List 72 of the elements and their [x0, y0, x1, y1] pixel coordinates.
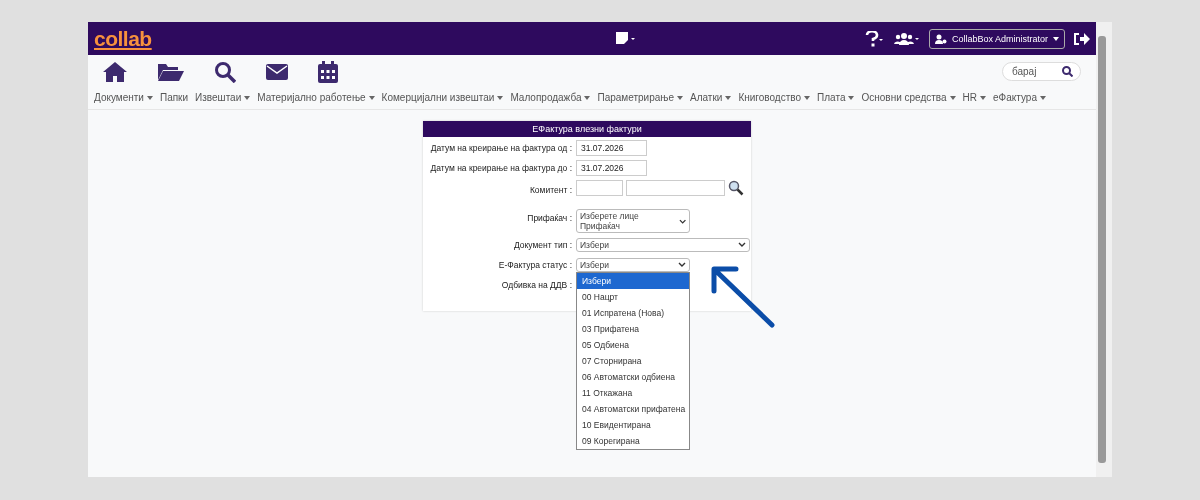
caret-icon — [725, 95, 732, 100]
caret-icon — [368, 95, 375, 100]
dropdown-option[interactable]: 04 Автоматски прифатена — [577, 401, 689, 417]
dropdown-option[interactable]: 09 Корегирана — [577, 433, 689, 449]
field-label: Одбивка на ДДВ : — [500, 279, 572, 290]
name-field[interactable] — [626, 179, 725, 196]
logo[interactable]: collab — [94, 26, 152, 51]
menu-item[interactable]: Основни средства — [861, 92, 956, 103]
chevron-icon — [678, 218, 686, 224]
caret-icon — [146, 95, 153, 100]
field-label: Е-Фактура статус : — [497, 259, 572, 270]
menu-item[interactable]: Малопродажба — [510, 92, 591, 103]
folder-icon[interactable] — [158, 62, 184, 82]
field-label: Прифаќач : — [526, 213, 572, 223]
menu-item[interactable]: Извештаи — [195, 92, 251, 103]
field-label: Документ тип : — [512, 239, 572, 250]
user-menu-button[interactable]: CollabBox Administrator — [928, 28, 1065, 49]
dropdown-option[interactable]: 00 Нацрт — [577, 289, 689, 305]
dropdown-option[interactable]: 06 Автоматски одбиена — [577, 369, 689, 385]
dropdown-option[interactable]: Избери — [577, 273, 689, 289]
menu-item[interactable]: Материјално работење — [257, 92, 375, 103]
caret-icon — [980, 95, 987, 100]
user-cog-icon — [934, 33, 947, 44]
caret-icon — [1040, 95, 1046, 100]
menu-item[interactable]: Алатки — [690, 92, 732, 103]
caret-icon — [584, 95, 591, 100]
dropdown-option[interactable]: 07 Сторнирана — [577, 353, 689, 369]
calendar-icon[interactable] — [318, 61, 338, 83]
caret-icon — [497, 95, 504, 100]
logout-icon[interactable] — [1074, 31, 1090, 46]
dropdown-option[interactable]: 05 Одбиена — [577, 337, 689, 353]
caret-icon — [949, 95, 956, 100]
search-icon[interactable] — [214, 61, 236, 83]
select-field[interactable]: Избери — [576, 257, 690, 272]
menu-item[interactable]: Комерцијални извештаи — [381, 92, 504, 103]
field-label: Комитент : — [528, 184, 572, 195]
home-icon[interactable] — [102, 61, 128, 83]
select-field[interactable]: Избери — [576, 237, 750, 252]
chevron-icon — [678, 262, 686, 267]
chevron-icon — [738, 242, 746, 247]
dropdown-option[interactable]: 03 Прифатена — [577, 321, 689, 337]
menu-item[interactable]: Документи — [94, 92, 153, 103]
select-field[interactable]: Изберете лице Прифаќач — [576, 209, 690, 233]
field-label: Датум на креирање на фактура од : — [429, 142, 572, 153]
menu-item[interactable]: Папки — [159, 92, 189, 103]
menu-item[interactable]: Книговодство — [738, 92, 811, 103]
help-icon[interactable] — [864, 30, 885, 47]
users-icon[interactable] — [893, 31, 920, 46]
menu-item[interactable]: Параметрирање — [597, 92, 683, 103]
date-field[interactable]: 31.07.2026 — [576, 139, 647, 156]
caret-icon — [848, 95, 855, 100]
zoom-icon[interactable] — [1062, 66, 1073, 77]
scrollbar[interactable] — [1096, 22, 1112, 477]
caret-icon — [244, 95, 251, 100]
date-field[interactable]: 31.07.2026 — [576, 159, 647, 176]
caret-icon — [677, 95, 683, 100]
field-label: Датум на креирање на фактура до : — [429, 162, 572, 173]
caret-icon — [1053, 36, 1059, 41]
dropdown-option[interactable]: 10 Евидентирана — [577, 417, 689, 433]
menu-item[interactable]: HR — [962, 92, 987, 103]
envelope-icon[interactable] — [266, 64, 288, 80]
dropdown-option[interactable]: 01 Испратена (Нова) — [577, 305, 689, 321]
caret-icon — [804, 95, 811, 100]
menu-item[interactable]: Плата — [817, 92, 855, 103]
scroll-thumb[interactable] — [1098, 36, 1106, 463]
search-field[interactable]: барај — [1002, 62, 1081, 81]
note-icon[interactable] — [615, 31, 636, 46]
code-field[interactable] — [576, 179, 623, 196]
dropdown-option[interactable]: 11 Откажана — [577, 385, 689, 401]
menu-item[interactable]: еФактура — [993, 92, 1046, 103]
magnifier-icon[interactable] — [728, 179, 744, 196]
panel-title: ЕФактура влезни фактури — [423, 121, 751, 137]
